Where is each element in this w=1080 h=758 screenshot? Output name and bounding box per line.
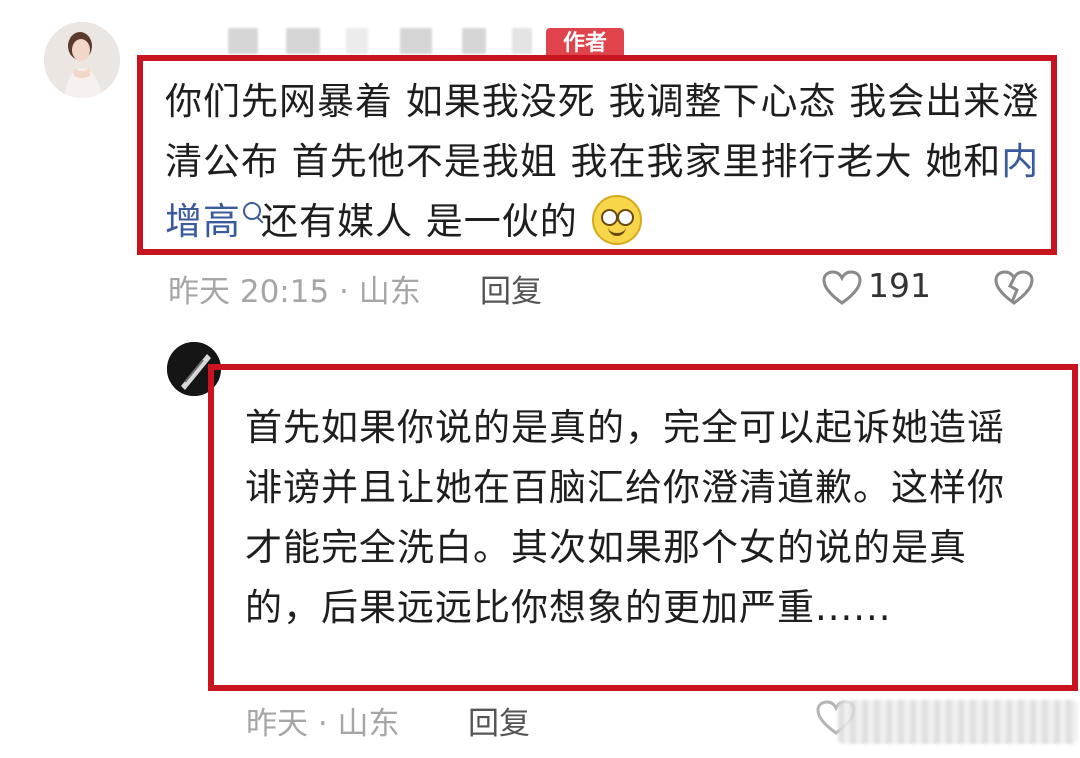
reply-text: 首先如果你说的是真的，完全可以起诉她造谣诽谤并且让她在百脑汇给你澄清道歉。这样你… [245, 406, 1005, 629]
username-blurred[interactable] [228, 28, 258, 54]
comment-text-part: 还有媒人 是一伙的 [261, 200, 578, 243]
comment-thread: 作者 你们先网暴着 如果我没死 我调整下心态 我会出来澄清公布 首先他不是我姐 … [0, 0, 1080, 758]
heart-outline-icon[interactable] [822, 270, 862, 306]
username-blurred[interactable] [512, 28, 532, 54]
comment-text: 你们先网暴着 如果我没死 我调整下心态 我会出来澄清公布 首先他不是我姐 我在我… [165, 72, 1045, 252]
username-blurred[interactable] [346, 28, 368, 54]
comment-text-part: 你们先网暴着 如果我没死 我调整下心态 我会出来澄清公布 首先他不是我姐 我在我… [165, 80, 1040, 183]
search-icon[interactable] [243, 202, 261, 220]
reply-button[interactable]: 回复 [480, 266, 542, 311]
reply-button[interactable]: 回复 [468, 698, 530, 743]
reply-meta: 昨天 · 山东 [246, 706, 400, 742]
comment-meta: 昨天 20:15 · 山东 [168, 274, 421, 310]
dizzy-smile-emoji-icon [591, 194, 642, 245]
username-blurred[interactable] [286, 28, 320, 54]
username-blurred[interactable] [462, 28, 486, 54]
watermark [838, 700, 1078, 744]
author-avatar[interactable] [44, 22, 120, 98]
broken-heart-icon[interactable] [994, 270, 1034, 306]
like-count: 191 [868, 266, 931, 305]
username-blurred[interactable] [400, 28, 432, 54]
